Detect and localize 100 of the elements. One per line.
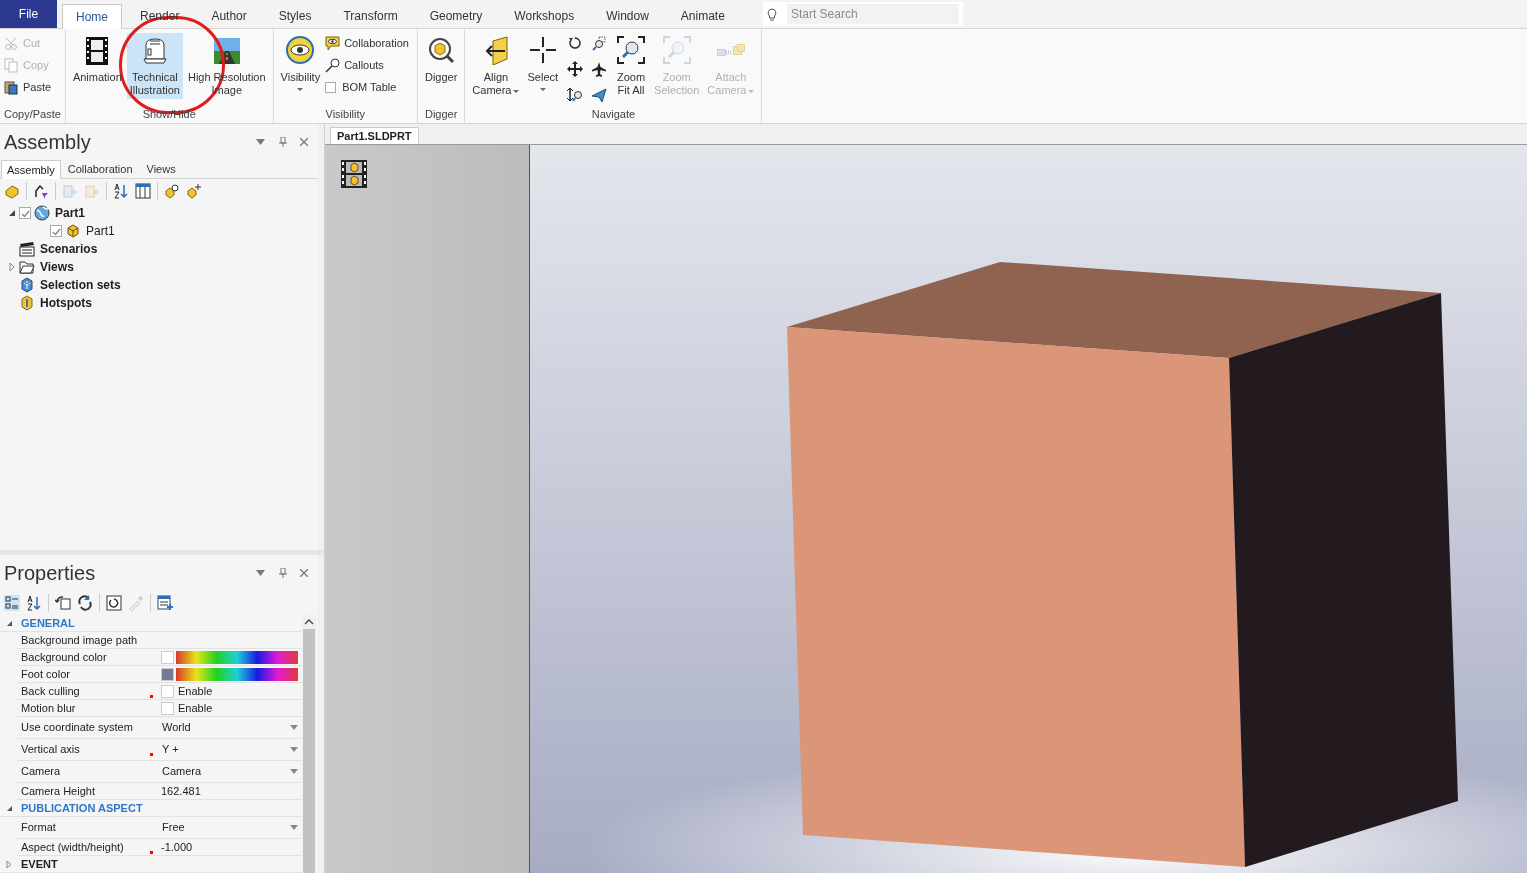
ribbon-button[interactable]: Select	[524, 33, 562, 99]
ribbon-button[interactable]: Align Camera	[469, 33, 523, 99]
color-swatch[interactable]	[161, 667, 174, 681]
property-name: Camera Height	[20, 783, 96, 799]
dropdown-arrow-icon	[290, 825, 298, 830]
panel-tab[interactable]: Assembly	[1, 160, 61, 179]
section-header[interactable]: GENERAL	[21, 615, 75, 632]
color-spectrum[interactable]	[176, 667, 298, 681]
section-header[interactable]: PUBLICATION ASPECT	[21, 799, 143, 817]
folder-icon	[19, 259, 35, 275]
collapse-arrow-icon[interactable]	[6, 619, 13, 627]
reset-icon[interactable]	[106, 595, 122, 611]
scrollbar[interactable]	[302, 615, 316, 873]
ribbon-button: Attach Camera	[704, 33, 758, 99]
color-swatch[interactable]	[161, 650, 174, 664]
checkbox-label: BOM Table	[342, 79, 397, 95]
checkbox[interactable]	[19, 207, 31, 219]
caret-icon[interactable]	[513, 89, 520, 93]
document-tab[interactable]: Part1.SLDPRT	[330, 127, 419, 144]
sort-az-icon[interactable]	[113, 183, 129, 199]
ribbon-tab[interactable]: Workshops	[500, 3, 589, 28]
ribbon-button[interactable]: Digger	[421, 33, 461, 99]
panel-tab[interactable]: Views	[139, 160, 183, 178]
close-icon[interactable]	[300, 138, 308, 146]
property-name: Motion blur	[20, 700, 77, 716]
cube-crosshair-icon[interactable]	[186, 183, 202, 199]
zoom-updown-icon[interactable]	[567, 86, 584, 103]
property-value[interactable]: -1.000	[161, 838, 193, 856]
tree-item[interactable]: Views	[40, 258, 74, 276]
tree-item[interactable]: Selection sets	[40, 276, 121, 294]
dropdown-field[interactable]: World	[161, 717, 298, 738]
ribbon-tab[interactable]: Animate	[666, 3, 739, 28]
ribbon-button[interactable]: Collaboration	[325, 34, 409, 52]
cube-icon	[65, 223, 81, 239]
ribbon-tab[interactable]: Transform	[329, 3, 412, 28]
caret-icon[interactable]	[539, 88, 546, 91]
airplane-icon[interactable]	[591, 61, 608, 78]
dropdown-icon[interactable]	[256, 570, 265, 576]
film-cubes-icon[interactable]	[340, 159, 368, 189]
tree-item[interactable]: Hotspots	[40, 294, 92, 312]
search-field[interactable]: Start Search	[762, 2, 963, 26]
ribbon-button[interactable]: Callouts	[325, 56, 409, 74]
caret-icon[interactable]	[297, 88, 304, 91]
dropdown-field[interactable]: Camera	[161, 761, 298, 782]
property-name: Format	[20, 820, 57, 836]
dropdown-field[interactable]: Y +	[161, 739, 298, 760]
color-spectrum[interactable]	[176, 650, 298, 664]
magnifier-cube-icon[interactable]	[164, 183, 180, 199]
file-tab[interactable]: File	[0, 0, 57, 28]
undo-table-icon[interactable]	[55, 595, 71, 611]
panel-tab[interactable]: Collaboration	[60, 160, 140, 178]
ribbon-button: Zoom Selection	[651, 33, 703, 99]
section-header[interactable]: EVENT	[21, 855, 58, 873]
check-icon	[20, 208, 30, 218]
categorized-icon[interactable]	[4, 595, 20, 611]
property-value[interactable]: 162.481	[161, 782, 201, 800]
checkbox[interactable]	[161, 701, 174, 715]
pin-icon[interactable]	[279, 568, 287, 578]
tree-item[interactable]: Part1	[86, 222, 115, 240]
checkbox[interactable]	[161, 684, 174, 698]
dropdown-field[interactable]: Free	[161, 817, 298, 838]
ribbon-button[interactable]: Paste	[4, 78, 52, 96]
pin-icon[interactable]	[279, 137, 287, 147]
group-label: Navigate	[590, 107, 637, 121]
dropdown-icon[interactable]	[256, 139, 265, 145]
expand-arrow-icon[interactable]	[8, 263, 16, 271]
crosshair-icon	[527, 35, 558, 65]
ribbon-tab[interactable]: Geometry	[415, 3, 497, 28]
ribbon-button[interactable]: Visibility	[277, 33, 324, 99]
zoom-box-icon[interactable]	[591, 36, 608, 52]
dropdown-arrow-icon	[290, 747, 298, 752]
refresh-icon[interactable]	[77, 595, 93, 611]
collapse-arrow-icon[interactable]	[8, 209, 16, 217]
checkbox[interactable]	[50, 225, 62, 237]
add-row-icon[interactable]	[157, 595, 173, 611]
ribbon-tab[interactable]: Window	[592, 3, 663, 28]
property-name: Foot color	[20, 666, 71, 682]
ribbon-button[interactable]: Technical Illustration	[126, 33, 183, 99]
move-arrows-icon[interactable]	[567, 61, 584, 78]
orbit-icon[interactable]	[567, 36, 584, 52]
checkbox-label: Enable	[178, 683, 213, 699]
checkbox[interactable]	[325, 81, 337, 93]
property-name: Aspect (width/height)	[20, 839, 125, 855]
ribbon-tab[interactable]: Home	[62, 4, 122, 29]
collapse-arrow-icon[interactable]	[6, 804, 13, 812]
columns-icon[interactable]	[135, 183, 151, 199]
magnifier-cube-icon	[426, 35, 457, 65]
expand-arrow-icon[interactable]	[6, 860, 13, 868]
ribbon-button[interactable]: Zoom Fit All	[613, 33, 650, 99]
tree-item[interactable]: Part1	[55, 204, 86, 222]
tree-item[interactable]: Scenarios	[40, 240, 98, 258]
ribbon-tab[interactable]: Styles	[264, 3, 326, 28]
callout-pin-icon	[325, 57, 341, 73]
close-icon[interactable]	[300, 569, 308, 577]
clapperboard-icon	[19, 241, 35, 257]
property-name: Use coordinate system	[20, 720, 134, 736]
sort-az-icon[interactable]	[26, 595, 42, 611]
globe-icon	[34, 205, 50, 221]
zoom-fit-icon	[616, 35, 647, 65]
ribbon-tab[interactable]: Author	[197, 3, 261, 28]
